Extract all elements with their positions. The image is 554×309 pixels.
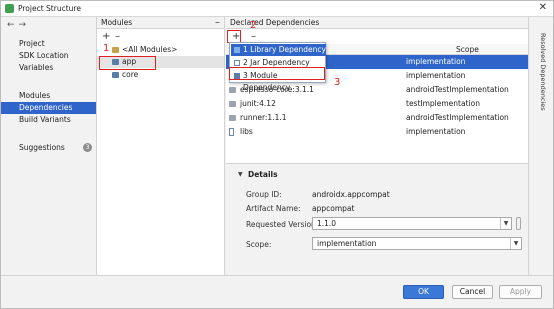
menu-item-label: 2 Jar Dependency — [243, 58, 310, 67]
android-studio-icon — [5, 4, 14, 13]
jar-icon — [234, 60, 240, 66]
back-forward-icons[interactable]: ←→ — [7, 20, 30, 30]
jar-icon — [229, 128, 234, 136]
dependency-row[interactable]: libs implementation — [226, 125, 528, 139]
sidebar-item-project[interactable]: Project — [1, 38, 96, 50]
dependency-scope: implementation — [406, 57, 466, 66]
sidebar-item-build-variants[interactable]: Build Variants — [1, 114, 96, 126]
right-tool-strip: Resolved Dependencies — [528, 17, 553, 275]
module-label: <All Modules> — [122, 45, 178, 54]
menu-item-library-dependency[interactable]: 1 Library Dependency — [231, 44, 326, 56]
resolved-dependencies-tab[interactable]: Resolved Dependencies — [535, 33, 547, 111]
version-info-icon[interactable] — [516, 217, 521, 230]
requested-version-dropdown[interactable]: 1.1.0 ▼ — [312, 217, 512, 230]
add-module-button[interactable]: + — [102, 32, 110, 42]
modules-pane: Modules – + – <All Modules> app core 1 — [97, 17, 225, 275]
remove-dependency-button[interactable]: – — [251, 32, 256, 42]
dependency-scope: androidTestImplementation — [406, 113, 509, 122]
dependency-row[interactable]: runner:1.1.1 androidTestImplementation — [226, 111, 528, 125]
dependency-name: junit:4.12 — [240, 99, 276, 108]
dependency-row[interactable]: junit:4.12 testImplementation — [226, 97, 528, 111]
sidebar: ←→ Project SDK Location Variables Module… — [1, 17, 97, 275]
collapse-details-icon[interactable]: ▼ — [238, 171, 243, 178]
sidebar-item-variables[interactable]: Variables — [1, 62, 96, 74]
requested-version-label: Requested Version: — [246, 220, 319, 229]
annotation-3: 3 — [334, 77, 341, 88]
dependencies-title: Declared Dependencies — [230, 18, 320, 27]
suggestions-badge: 3 — [83, 143, 92, 152]
folder-icon — [112, 47, 119, 53]
dialog-footer: OK Cancel Apply — [1, 275, 553, 308]
annotation-2: 2 — [250, 20, 257, 31]
scope-column-header: Scope — [456, 45, 479, 54]
dependency-name: libs — [240, 127, 253, 136]
scope-value: implementation — [317, 239, 377, 248]
modules-header: Modules – — [97, 17, 224, 29]
dependency-name: runner:1.1.1 — [240, 113, 287, 122]
ok-button[interactable]: OK — [403, 285, 444, 299]
scope-label: Scope: — [246, 240, 272, 249]
collapse-icon[interactable]: – — [215, 18, 220, 28]
library-icon — [229, 87, 236, 93]
menu-item-label: 1 Library Dependency — [243, 45, 326, 54]
module-folder-icon — [112, 72, 119, 78]
requested-version-value: 1.1.0 — [317, 219, 337, 228]
artifact-name-value: appcompat — [312, 204, 355, 213]
scope-dropdown[interactable]: implementation ▼ — [312, 237, 522, 250]
chevron-down-icon[interactable]: ▼ — [510, 238, 521, 249]
sidebar-item-dependencies[interactable]: Dependencies — [1, 102, 96, 114]
highlight-box-module-dependency — [229, 67, 325, 80]
details-panel: ▼ Details Group ID: androidx.appcompat A… — [226, 163, 528, 275]
apply-button[interactable]: Apply — [499, 285, 542, 299]
dependency-scope: implementation — [406, 127, 466, 136]
module-item-all[interactable]: <All Modules> — [112, 44, 177, 56]
details-title: Details — [248, 170, 278, 179]
dependency-scope: implementation — [406, 71, 466, 80]
dependency-scope: testImplementation — [406, 99, 480, 108]
module-item-core[interactable]: core — [112, 69, 138, 81]
annotation-1: 1 — [103, 43, 110, 54]
library-icon — [234, 47, 240, 53]
sidebar-item-sdk-location[interactable]: SDK Location — [1, 50, 96, 62]
modules-title: Modules — [101, 18, 133, 27]
remove-module-button[interactable]: – — [115, 32, 120, 42]
group-id-value: androidx.appcompat — [312, 190, 390, 199]
dependencies-header: Declared Dependencies — [226, 17, 528, 29]
chevron-down-icon[interactable]: ▼ — [500, 218, 511, 229]
dependency-scope: androidTestImplementation — [406, 85, 509, 94]
title-bar: Project Structure ✕ — [1, 1, 553, 17]
library-icon — [229, 101, 236, 107]
sidebar-item-suggestions[interactable]: Suggestions — [1, 142, 96, 154]
library-icon — [229, 115, 236, 121]
window-title: Project Structure — [18, 4, 81, 13]
cancel-button[interactable]: Cancel — [452, 285, 493, 299]
artifact-name-label: Artifact Name: — [246, 204, 301, 213]
close-icon[interactable]: ✕ — [539, 2, 547, 13]
highlight-box-app — [99, 56, 156, 70]
sidebar-item-modules[interactable]: Modules — [1, 90, 96, 102]
module-label: core — [122, 70, 139, 79]
group-id-label: Group ID: — [246, 190, 282, 199]
